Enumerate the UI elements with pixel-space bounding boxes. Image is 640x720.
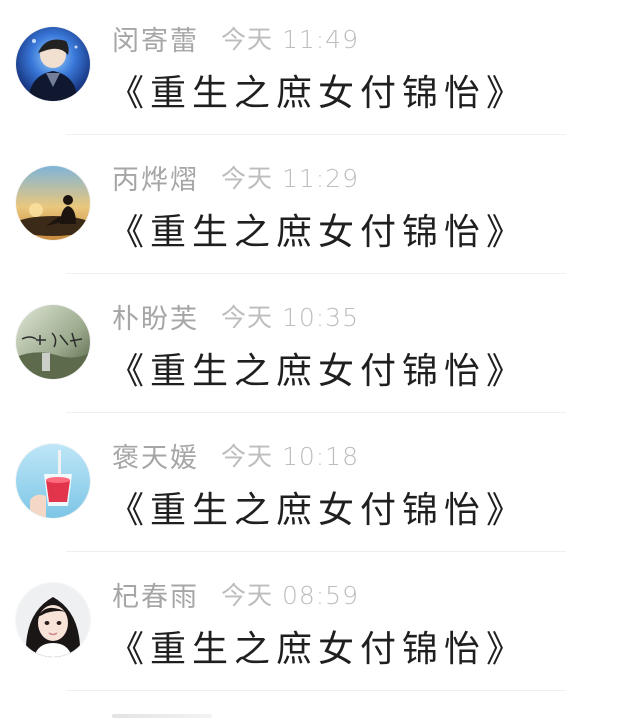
- divider: [66, 273, 566, 274]
- calligraphy-scene-avatar[interactable]: [16, 305, 90, 379]
- message-text: 《重生之庶女付锦怡》: [108, 351, 529, 392]
- message-text: 《重生之庶女付锦怡》: [108, 490, 529, 531]
- list-item[interactable]: 闵寄蕾 今天 11:49 《重生之庶女付锦怡》: [0, 0, 640, 139]
- message-text: 《重生之庶女付锦怡》: [108, 73, 529, 114]
- message-text: 《重生之庶女付锦怡》: [108, 212, 529, 253]
- message-list: 闵寄蕾 今天 11:49 《重生之庶女付锦怡》 丙烨熠 今天 11:29 《重生…: [0, 0, 640, 695]
- message-meta: 褒天媛 今天 10:18: [112, 437, 359, 474]
- message-time: 今天 10:35: [221, 303, 359, 332]
- message-meta: 杞春雨 今天 08:59: [112, 576, 359, 613]
- sender-name: 褒天媛: [112, 442, 199, 474]
- message-time: 今天 10:18: [221, 442, 359, 471]
- message-time: 今天 11:49: [221, 25, 359, 54]
- red-drink-avatar[interactable]: [16, 444, 90, 518]
- list-item[interactable]: 杞春雨 今天 08:59 《重生之庶女付锦怡》: [0, 556, 640, 695]
- divider: [66, 690, 566, 691]
- message-text: 《重生之庶女付锦怡》: [108, 629, 529, 670]
- divider: [66, 412, 566, 413]
- divider: [66, 551, 566, 552]
- next-item-peek: [112, 704, 252, 720]
- list-item[interactable]: 丙烨熠 今天 11:29 《重生之庶女付锦怡》: [0, 139, 640, 278]
- sender-name: 丙烨熠: [112, 164, 199, 196]
- message-time: 今天 08:59: [221, 581, 359, 610]
- boy-in-dark-jacket-avatar[interactable]: [16, 27, 90, 101]
- sender-name: 闵寄蕾: [112, 25, 199, 57]
- girl-portrait-avatar[interactable]: [16, 583, 90, 657]
- list-item[interactable]: 褒天媛 今天 10:18 《重生之庶女付锦怡》: [0, 417, 640, 556]
- message-meta: 闵寄蕾 今天 11:49: [112, 20, 359, 57]
- divider: [66, 134, 566, 135]
- sender-name: 杞春雨: [112, 581, 199, 613]
- sender-name: 朴盼芙: [112, 303, 199, 335]
- message-meta: 丙烨熠 今天 11:29: [112, 159, 359, 196]
- list-item[interactable]: 朴盼芙 今天 10:35 《重生之庶女付锦怡》: [0, 278, 640, 417]
- sunset-silhouette-avatar[interactable]: [16, 166, 90, 240]
- message-time: 今天 11:29: [221, 164, 359, 193]
- message-meta: 朴盼芙 今天 10:35: [112, 298, 359, 335]
